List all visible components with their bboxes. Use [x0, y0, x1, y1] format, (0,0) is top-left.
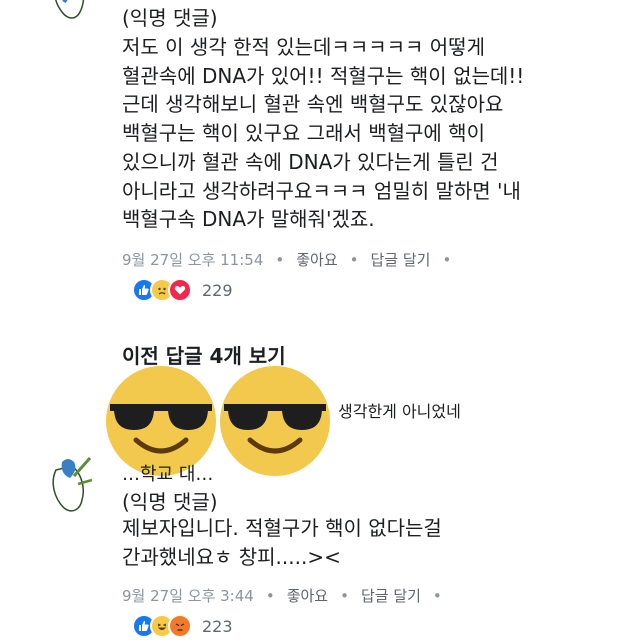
comment-author[interactable]: (익명 댓글) [122, 486, 218, 515]
partial-reply-text: 생각한게 아니었네 [338, 402, 461, 421]
separator-dot: • [349, 250, 359, 269]
comment-line: 제보자입니다. 적혈구가 핵이 없다는걸 [122, 516, 442, 540]
comment-body: 제보자입니다. 적혈구가 핵이 없다는걸 간과했네요ㅎ 창피.....>< [122, 514, 622, 571]
timestamp[interactable]: 9월 27일 오후 11:54 [122, 249, 263, 270]
reaction-count: 223 [202, 616, 233, 636]
reaction-summary[interactable]: 223 [132, 614, 233, 638]
comment-line: 근데 생각해보니 혈관 속엔 백혈구도 있잖아요 [122, 92, 504, 117]
reaction-summary[interactable]: 229 [132, 278, 233, 302]
view-previous-replies-link[interactable]: 이전 답글 4개 보기 [122, 340, 286, 369]
avatar-illustration-icon [55, 0, 85, 19]
comment-line: 아니라고 생각하려구요ㅋㅋㅋ 엄밀히 말하면 '내 [122, 178, 521, 203]
partial-author-name[interactable]: …학교 대… [122, 460, 213, 486]
separator-dot: • [442, 250, 452, 269]
comment-meta: 9월 27일 오후 3:44 • 좋아요 • 답글 달기 • [122, 585, 454, 606]
avatar[interactable] [40, 450, 102, 516]
reaction-count: 229 [202, 280, 233, 300]
separator-dot: • [340, 586, 349, 605]
comment-line: 백혈구는 핵이 있구요 그래서 백혈구에 핵이 [122, 121, 485, 146]
comment-meta: 9월 27일 오후 11:54 • 좋아요 • 답글 달기 • [122, 249, 463, 270]
like-link[interactable]: 좋아요 [296, 249, 337, 270]
avatar-illustration-icon [52, 457, 93, 512]
comment-line: 간과했네요ㅎ 창피.....>< [122, 544, 341, 569]
reply-link[interactable]: 답글 달기 [361, 585, 421, 606]
comment-line: 저도 이 생각 한적 있는데ㅋㅋㅋㅋㅋ 어떻게 [122, 35, 485, 59]
comment-author[interactable]: (익명 댓글) [122, 2, 218, 31]
comment-body: 저도 이 생각 한적 있는데ㅋㅋㅋㅋㅋ 어떻게 혈관속에 DNA가 있어!! 적… [122, 33, 622, 234]
sunglasses-emoji-icon [220, 366, 330, 476]
comment-line: 있으니까 혈관 속에 DNA가 있다는게 틀린 건 [122, 149, 499, 174]
love-reaction-icon [168, 278, 192, 302]
comment-line: 혈관속에 DNA가 있어!! 적혈구는 핵이 없는데!! [122, 63, 525, 88]
like-link[interactable]: 좋아요 [287, 585, 328, 606]
timestamp[interactable]: 9월 27일 오후 3:44 [122, 585, 254, 606]
separator-dot: • [275, 250, 285, 269]
reply-link[interactable]: 답글 달기 [371, 249, 431, 270]
angry-reaction-icon [168, 614, 192, 638]
comment-line: 백혈구속 DNA가 말해줘'겠죠. [122, 207, 375, 232]
separator-dot: • [432, 586, 442, 605]
separator-dot: • [265, 586, 275, 605]
avatar[interactable] [40, 0, 102, 28]
